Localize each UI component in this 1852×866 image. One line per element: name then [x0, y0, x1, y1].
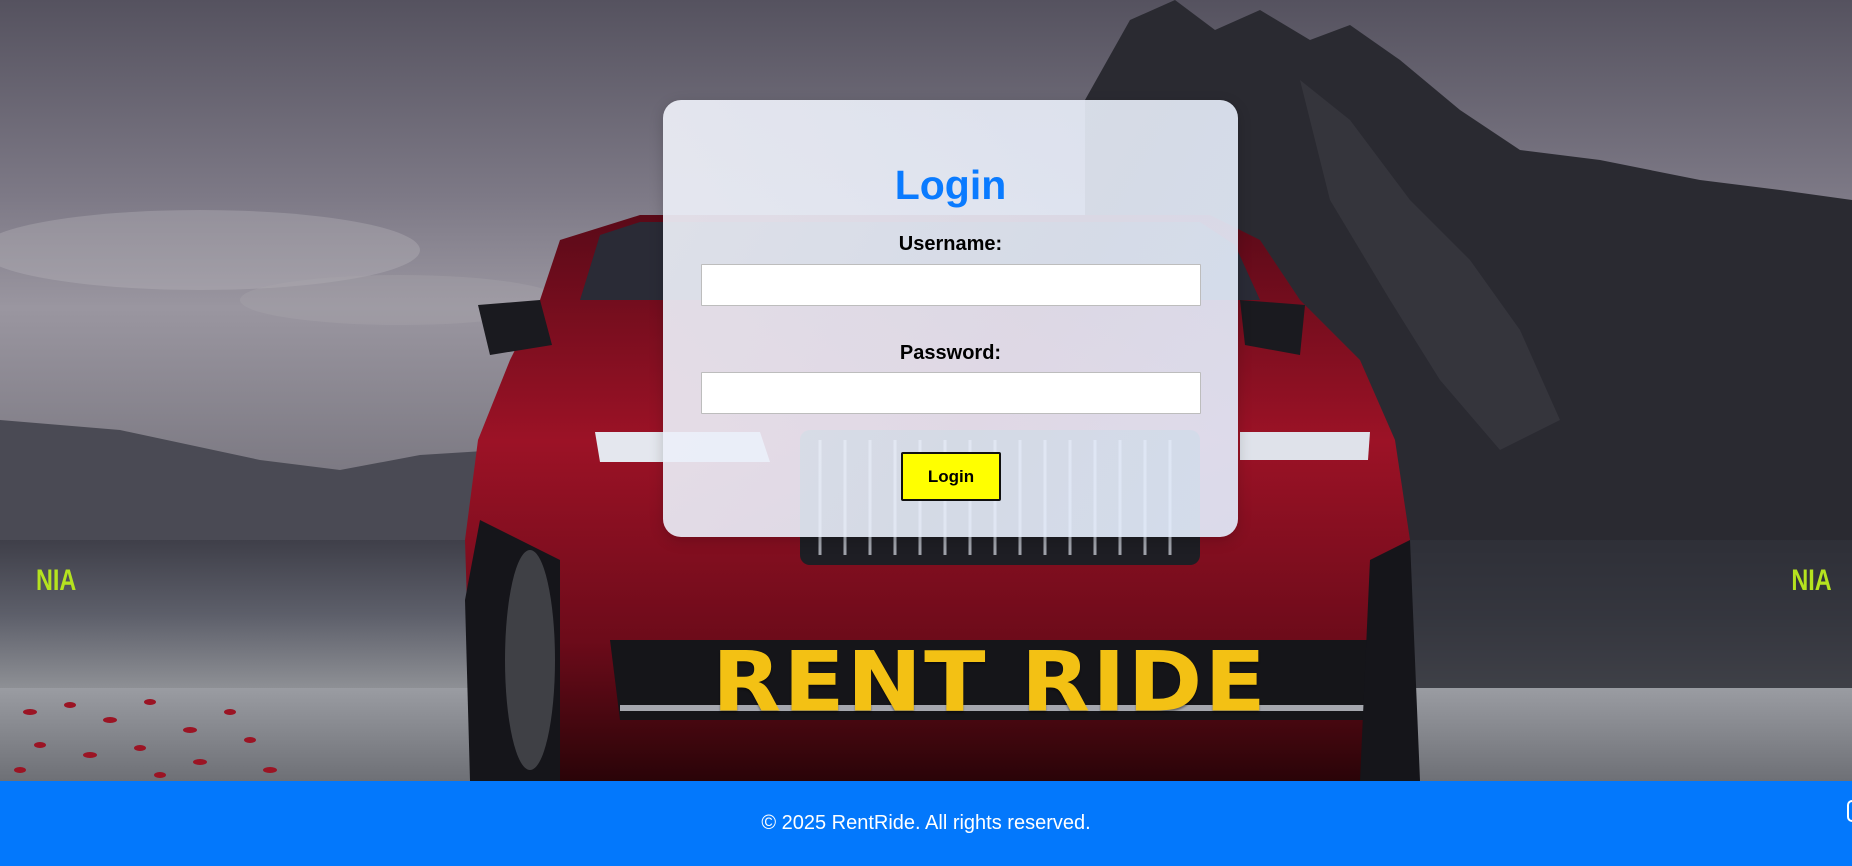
login-card: Login Username: Password: Login [663, 100, 1238, 537]
password-input[interactable] [701, 372, 1201, 414]
password-label: Password: [899, 342, 1002, 364]
footer: © 2025 RentRide. All rights reserved. [0, 781, 1852, 866]
login-title: Login [894, 162, 1007, 208]
username-label: Username: [898, 233, 1003, 255]
username-input[interactable] [701, 264, 1201, 306]
brand-side-left: NIA [36, 564, 77, 597]
login-button[interactable]: Login [901, 452, 1001, 501]
scroll-handle-icon[interactable] [1847, 800, 1852, 822]
footer-copyright: © 2025 RentRide. All rights reserved. [761, 812, 1091, 834]
brand-main-logo: RENT RIDE [712, 634, 1268, 731]
brand-side-right: NIA [1791, 564, 1832, 597]
